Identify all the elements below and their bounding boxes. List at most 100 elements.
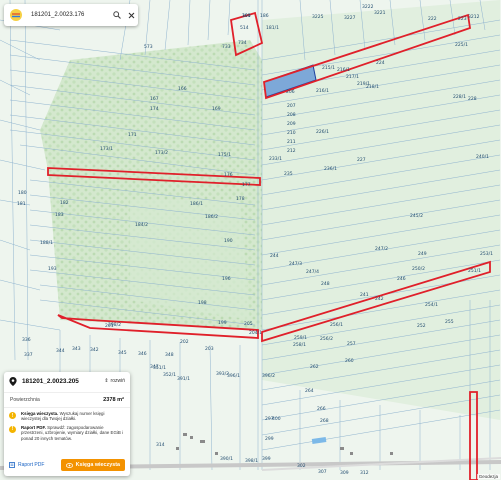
parcel-number-label: 255 (445, 319, 454, 325)
pdf-report-label: Raport PDF (18, 462, 45, 468)
parcel-number-label: 390/1 (220, 456, 233, 462)
parcel-number-label: 247/3 (289, 261, 302, 267)
parcel-number-label: 233/1 (269, 156, 282, 162)
parcel-number-label: 346 (138, 351, 147, 357)
parcel-number-label: 345 (118, 350, 127, 356)
parcel-number-label: 183 (55, 212, 64, 218)
land-registry-button[interactable]: Księga wieczysta (60, 459, 125, 471)
parcel-number-label: 264 (305, 388, 314, 394)
parcel-number-label: 312 (360, 470, 369, 476)
parcel-number-label: 169 (212, 106, 221, 112)
parcel-number-label: 254/1 (425, 302, 438, 308)
parcel-number-label: 247/2 (375, 246, 388, 252)
parcel-number-label: 337 (24, 352, 33, 358)
parcel-number-label: 181 (17, 201, 26, 207)
land-registry-text: Księga wieczysta. Wyszukaj numer księgi … (21, 411, 125, 422)
parcel-number-label: 514 (240, 25, 249, 31)
parcel-number-label: 184/2 (135, 222, 148, 228)
parcel-number-label: 204/1 (249, 330, 262, 336)
parcel-number-label: 205 (244, 321, 253, 327)
parcel-number-label: 181/1 (266, 25, 279, 31)
parcel-number-label: 186/1 (190, 201, 203, 207)
document-icon (9, 462, 15, 468)
parcel-number-label: 224 (376, 60, 385, 66)
parcel-number-label: 573 (144, 44, 153, 50)
parcel-number-label: 268 (320, 418, 329, 424)
parcel-number-label: 256/2 (320, 336, 333, 342)
area-label: Powierzchnia (10, 397, 40, 403)
parcel-number-label: 173/2 (155, 150, 168, 156)
pdf-report-button[interactable]: Raport PDF (9, 462, 44, 468)
chevron-up-down-icon: ⇕ (104, 378, 109, 384)
land-registry-item[interactable]: ! Księga wieczysta. Wyszukaj numer księg… (4, 408, 130, 422)
pdf-report-item[interactable]: ! Raport PDF. Sprawdź: zagospodarowanie … (4, 422, 130, 441)
parcel-number-label: 222 (428, 16, 437, 22)
parcel-number-label: 175/1 (218, 152, 231, 158)
parcel-number-label: 215/1 (322, 65, 335, 71)
parcel-number-label: 217/1 (346, 74, 359, 80)
forest-area (130, 200, 250, 320)
parcel-number-label: 206 (286, 89, 295, 95)
parcel-number-label: 399 (262, 456, 271, 462)
area-row: Powierzchnia 2378 m² (4, 392, 130, 408)
parcel-number-label: 250/2 (412, 266, 425, 272)
parcel-number-label: 342 (90, 347, 99, 353)
parcel-number-label: 210 (287, 130, 296, 136)
parcel-number-label: 259/1 (294, 335, 307, 341)
expand-selector[interactable]: ⇕ rozwiń (104, 378, 125, 384)
land-registry-title: Księga wieczysta. (21, 411, 59, 416)
parcel-number-label: 202 (180, 339, 189, 345)
parcel-number-label: 166 (178, 86, 187, 92)
parcel-number-label: 391/1 (177, 376, 190, 382)
parcel-number-label: 3225 (312, 14, 324, 20)
parcel-number-label: 174 (150, 106, 159, 112)
app-logo-icon (10, 9, 22, 21)
search-icon[interactable] (110, 8, 124, 22)
parcel-number-label: 260 (345, 358, 354, 364)
parcel-number-label: 257 (347, 341, 356, 347)
parcel-number-label: 248 (321, 281, 330, 287)
parcel-number-label: 256/1 (330, 322, 343, 328)
close-icon[interactable] (124, 8, 138, 22)
parcel-number-label: 348 (165, 352, 174, 358)
parcel-number-label: 262 (310, 364, 319, 370)
parcel-number-label: 208 (287, 112, 296, 118)
parcel-number-label: 241 (360, 292, 369, 298)
parcel-number-label: 253/1 (480, 251, 493, 257)
parcel-number-label: 227 (357, 157, 366, 163)
parcel-number-label: 343 (72, 346, 81, 352)
parcel-number-label: 245/2 (410, 213, 423, 219)
pdf-report-text: Raport PDF. Sprawdź: zagospodarowanie pr… (21, 425, 125, 441)
parcel-number-label: 173/1 (100, 146, 113, 152)
location-pin-icon (9, 376, 17, 386)
parcel-number-label: 398/2 (108, 322, 121, 328)
area-value: 2378 m² (103, 397, 124, 403)
parcel-number-label: 396/1 (227, 373, 240, 379)
parcel-number-label: 196 (222, 276, 231, 282)
parcel-number-label: 180 (18, 190, 27, 196)
search-input[interactable]: 181201_2.0023.176 (31, 12, 110, 18)
parcel-number-label: 352/1 (163, 372, 176, 378)
parcel-number-label: 3227 (344, 15, 356, 21)
expand-label: rozwiń (110, 378, 125, 384)
parcel-number-label: 228 (468, 96, 477, 102)
parcel-number-label: 734 (238, 40, 247, 46)
parcel-number-label: 216/1 (316, 88, 329, 94)
parcel-number-label: 249 (418, 251, 427, 257)
parcel-number-label: 226/1 (316, 129, 329, 135)
search-bar[interactable]: 181201_2.0023.176 (4, 4, 138, 26)
parcel-number-label: 219/1 (357, 81, 370, 87)
parcel-number-label: 209 (287, 121, 296, 127)
parcel-number-label: 252 (417, 323, 426, 329)
parcel-number-label: 344 (56, 348, 65, 354)
parcel-number-label: 225/1 (455, 42, 468, 48)
land-registry-label: Księga wieczysta (75, 462, 120, 468)
parcel-number-label: 190 (224, 238, 233, 244)
parcel-number-label: 396/2 (262, 373, 275, 379)
parcel-number-label: 302 (297, 463, 306, 469)
pdf-report-title: Raport PDF. (21, 424, 46, 430)
parcel-number-label: 212 (287, 148, 296, 154)
parcel-number-label: 178 (236, 196, 245, 202)
parcel-number-label: 307 (318, 469, 327, 475)
parcel-number-label: 258/1 (293, 342, 306, 348)
